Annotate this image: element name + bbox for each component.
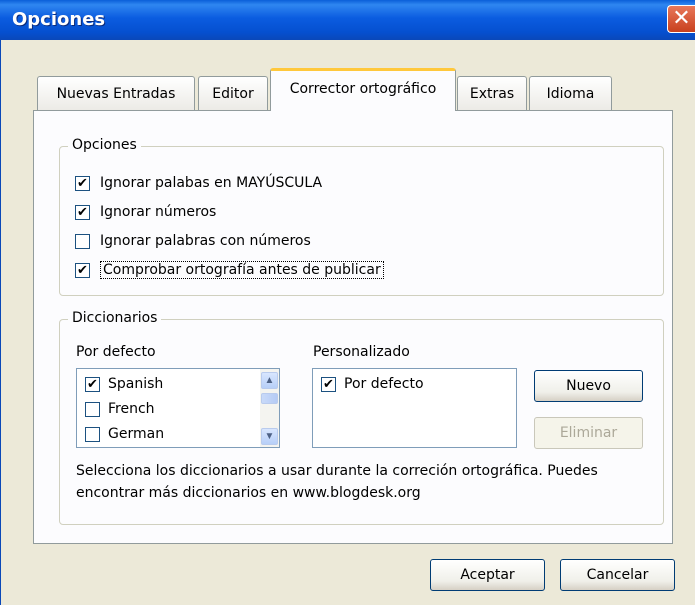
title-bar[interactable]: Opciones ✕ (0, 0, 695, 40)
option-label: Ignorar números (100, 204, 217, 220)
tab-label: Corrector ortográfico (289, 81, 437, 97)
list-item-french[interactable]: French (85, 398, 155, 420)
option-label: Comprobar ortografía antes de publicar (100, 261, 384, 279)
option-ignore-uppercase[interactable]: ✔ Ignorar palabas en MAYÚSCULA (75, 172, 322, 194)
tab-idioma[interactable]: Idioma (529, 76, 612, 110)
button-label: Eliminar (559, 425, 618, 441)
option-ignore-words-with-numbers[interactable]: Ignorar palabras con números (75, 230, 311, 252)
option-check-before-publish[interactable]: ✔ Comprobar ortografía antes de publicar (75, 259, 384, 281)
close-button[interactable]: ✕ (667, 5, 695, 33)
window-title: Opciones (12, 9, 106, 30)
list-item-por-defecto[interactable]: ✔ Por defecto (321, 373, 424, 395)
option-label: Ignorar palabas en MAYÚSCULA (100, 175, 323, 191)
tab-editor[interactable]: Editor (198, 76, 268, 110)
checkbox[interactable]: ✔ (75, 175, 90, 191)
checkbox[interactable]: ✔ (75, 204, 90, 220)
dictionaries-description: Selecciona los diccionarios a usar duran… (76, 463, 598, 501)
accept-button[interactable]: Aceptar (430, 559, 545, 591)
tab-label: Nuevas Entradas (56, 86, 176, 102)
dictionaries-group-label: Diccionarios (68, 310, 162, 326)
list-item-label: Por defecto (344, 376, 424, 392)
checkbox[interactable] (75, 233, 90, 249)
custom-dictionaries-list[interactable]: ✔ Por defecto (312, 368, 517, 448)
cancel-button[interactable]: Cancelar (560, 559, 675, 591)
tab-label: Idioma (546, 86, 595, 102)
button-label: Aceptar (460, 567, 515, 583)
new-dictionary-button[interactable]: Nuevo (534, 370, 643, 402)
list-item-label: German (108, 426, 165, 442)
list-item-label: French (108, 401, 155, 417)
custom-dictionaries-label: Personalizado (313, 344, 410, 360)
button-label: Cancelar (586, 567, 649, 583)
delete-dictionary-button[interactable]: Eliminar (534, 417, 643, 449)
tab-label: Extras (469, 86, 515, 102)
chevron-up-icon: ▲ (264, 375, 275, 386)
list-item-german[interactable]: German (85, 423, 164, 445)
checkbox[interactable] (85, 401, 100, 417)
tab-extras[interactable]: Extras (457, 76, 527, 110)
tab-label: Editor (212, 86, 254, 102)
scroll-up-button[interactable]: ▲ (261, 372, 278, 389)
close-icon: ✕ (672, 6, 691, 31)
chevron-down-icon: ▼ (264, 431, 275, 442)
default-dictionaries-list[interactable]: ✔ Spanish French German ▲ ▼ (76, 368, 280, 448)
option-ignore-numbers[interactable]: ✔ Ignorar números (75, 201, 216, 223)
checkbox[interactable]: ✔ (75, 262, 90, 278)
checkbox[interactable]: ✔ (321, 376, 336, 392)
checkbox[interactable] (85, 426, 100, 442)
tab-nuevas-entradas[interactable]: Nuevas Entradas (37, 76, 195, 110)
scroll-thumb[interactable] (261, 393, 278, 404)
options-group-label: Opciones (68, 137, 141, 153)
default-dictionaries-label: Por defecto (76, 344, 156, 360)
tab-corrector-ortografico[interactable]: Corrector ortográfico (270, 68, 456, 111)
checkbox[interactable]: ✔ (85, 376, 100, 392)
scroll-down-button[interactable]: ▼ (261, 428, 278, 445)
scrollbar[interactable]: ▲ ▼ (260, 369, 279, 447)
list-item-label: Spanish (108, 376, 164, 392)
option-label: Ignorar palabras con números (100, 233, 311, 249)
button-label: Nuevo (566, 378, 611, 394)
list-item-spanish[interactable]: ✔ Spanish (85, 373, 163, 395)
